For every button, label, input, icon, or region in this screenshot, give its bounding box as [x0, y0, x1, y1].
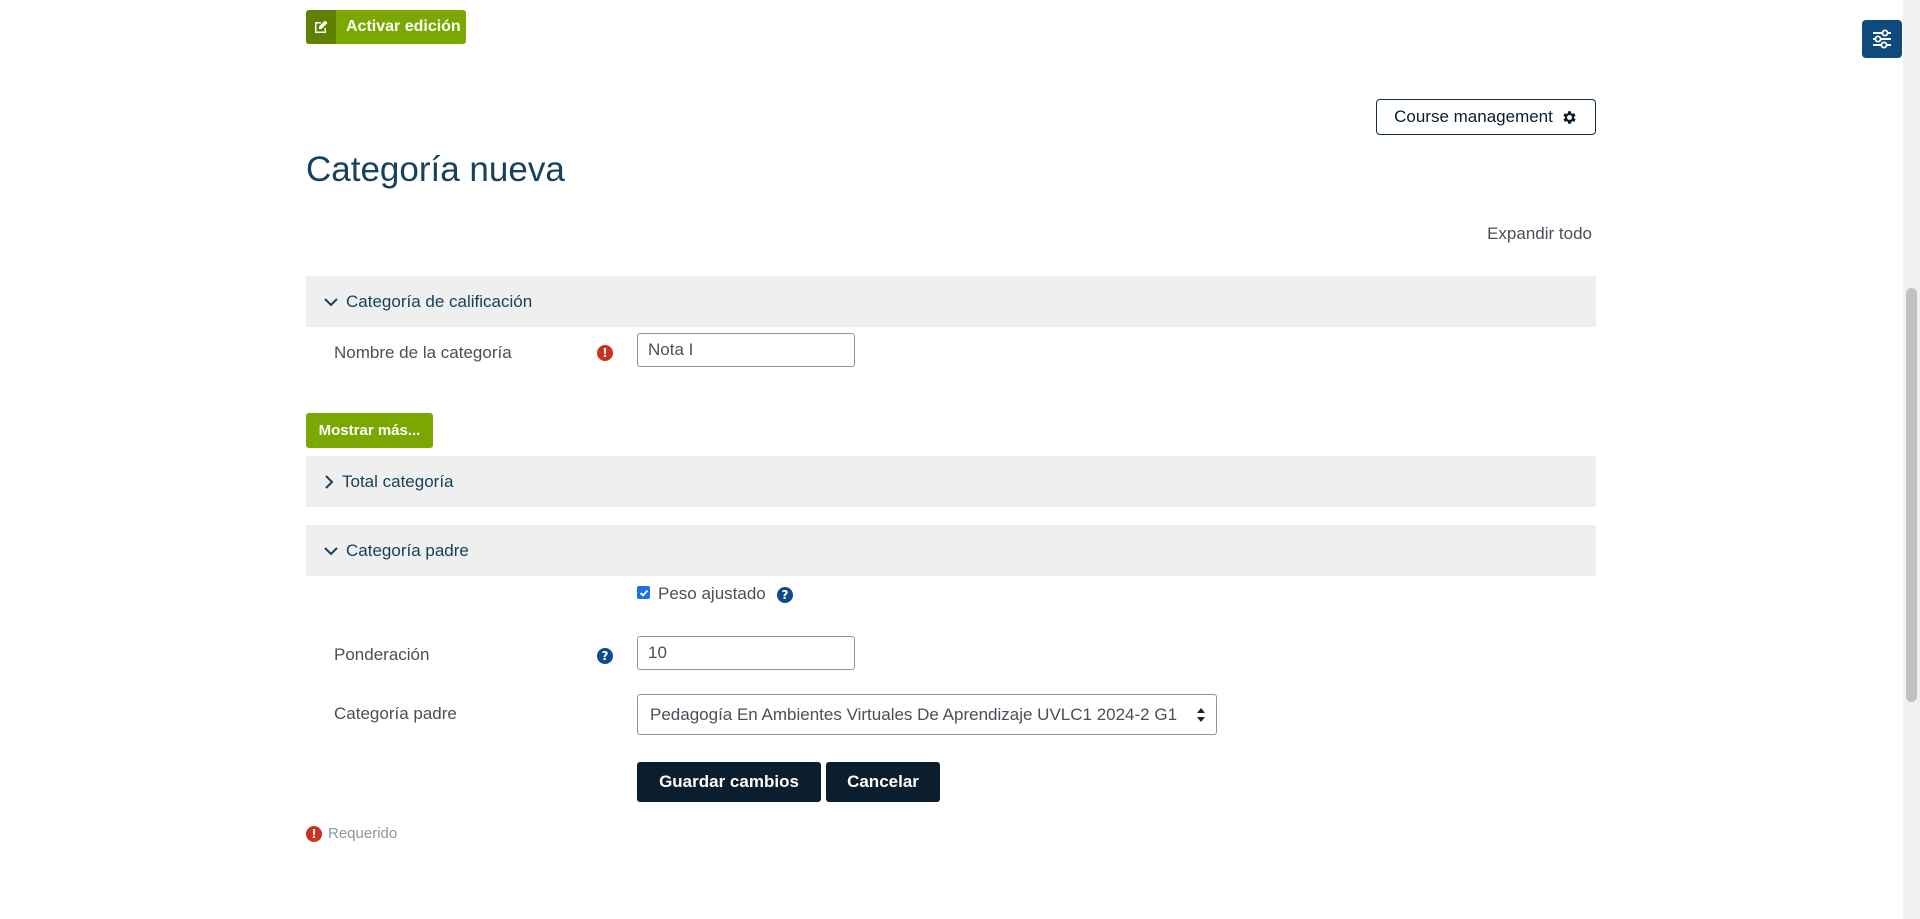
gear-icon: [1563, 110, 1576, 124]
section-parent-category-title: Categoría padre: [346, 540, 469, 560]
section-grade-category-title: Categoría de calificación: [346, 291, 533, 311]
course-management-label: Course management: [1394, 107, 1553, 126]
cancel-button[interactable]: Cancelar: [826, 762, 940, 802]
section-category-total-title: Total categoría: [342, 471, 454, 491]
edit-mode-label: Activar edición: [346, 18, 461, 35]
help-icon[interactable]: ?: [777, 587, 793, 603]
edit-mode-toggle[interactable]: Activar edición: [306, 10, 466, 44]
section-category-total[interactable]: Total categoría: [306, 456, 1596, 507]
page-title: Categoría nueva: [306, 150, 565, 189]
section-parent-category[interactable]: Categoría padre: [306, 525, 1596, 576]
adjusted-weight-checkbox[interactable]: [637, 586, 650, 599]
adjusted-weight-label: Peso ajustado: [658, 584, 766, 603]
check-icon: [639, 589, 648, 597]
required-icon: !: [597, 345, 613, 361]
course-management-button[interactable]: Course management: [1376, 99, 1596, 135]
category-name-input[interactable]: [637, 333, 855, 367]
parent-category-selected: Pedagogía En Ambientes Virtuales De Apre…: [650, 704, 1178, 724]
parent-category-select[interactable]: Pedagogía En Ambientes Virtuales De Apre…: [637, 694, 1217, 735]
show-more-button[interactable]: Mostrar más...: [306, 413, 433, 448]
chevron-down-icon: [324, 546, 338, 555]
chevron-down-icon: [324, 297, 338, 306]
required-icon: !: [306, 825, 322, 842]
scrollbar-thumb[interactable]: [1906, 288, 1917, 702]
expand-all-link[interactable]: Expandir todo: [1480, 224, 1592, 244]
edit-icon: [306, 10, 336, 44]
weight-input[interactable]: [637, 636, 855, 670]
help-icon[interactable]: ?: [597, 648, 613, 664]
chevron-right-icon: [325, 474, 334, 489]
select-arrows-icon: [1197, 708, 1205, 722]
category-name-label: Nombre de la categoría: [334, 343, 512, 362]
weight-label: Ponderación: [334, 645, 430, 664]
section-grade-category[interactable]: Categoría de calificación: [306, 276, 1596, 327]
required-legend-text: Requerido: [328, 825, 398, 842]
parent-category-label: Categoría padre: [334, 704, 457, 723]
block-drawer-toggle[interactable]: [1862, 20, 1902, 58]
required-legend: ! Requerido: [306, 825, 397, 842]
save-changes-button[interactable]: Guardar cambios: [637, 762, 821, 802]
sliders-icon: [1873, 29, 1891, 49]
